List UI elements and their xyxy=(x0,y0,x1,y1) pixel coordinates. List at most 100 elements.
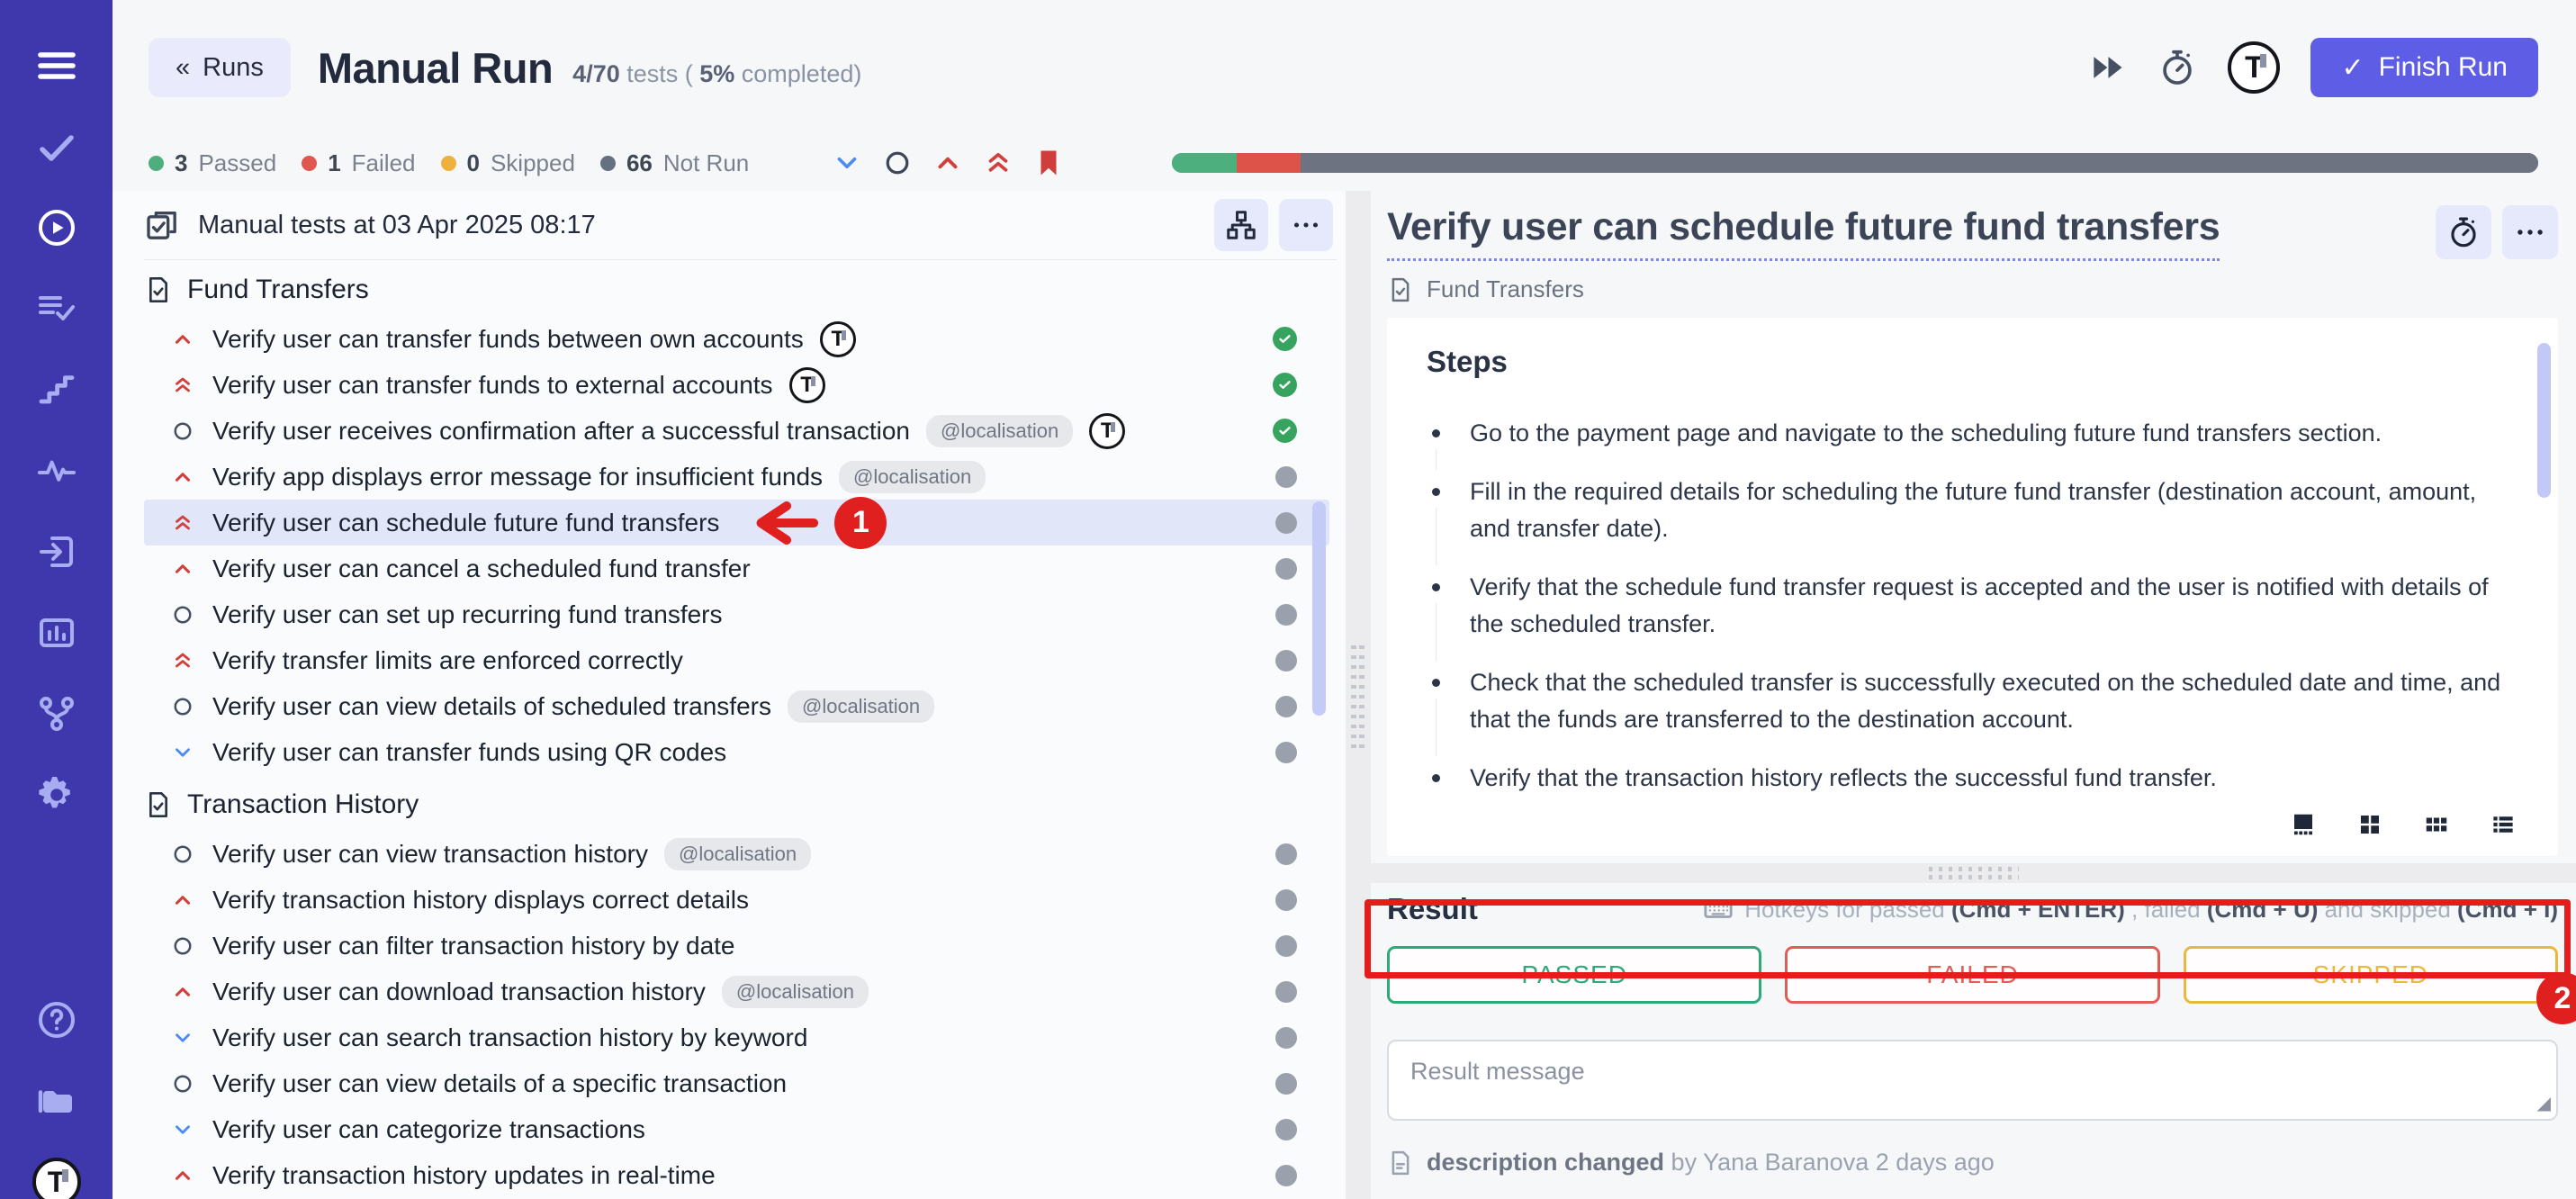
test-row[interactable]: Verify user can view details of a specif… xyxy=(144,1060,1329,1106)
more-options-button[interactable] xyxy=(1279,199,1333,251)
branch-icon[interactable] xyxy=(32,690,81,738)
status-passed-icon xyxy=(1273,327,1297,351)
report-chart-icon[interactable] xyxy=(32,609,81,657)
test-row[interactable]: Verify transfer limits are enforced corr… xyxy=(144,637,1329,683)
pane-resize-handle[interactable] xyxy=(1351,645,1365,753)
priority-highest-icon xyxy=(169,649,196,672)
gear-icon[interactable] xyxy=(32,771,81,819)
chevrons-up-icon[interactable] xyxy=(983,148,1013,178)
result-buttons: PASSED FAILED SKIPPED xyxy=(1387,946,2558,1004)
run-header: « Runs Manual Run 4/70 tests ( 5% comple… xyxy=(113,0,2576,135)
progress-segment-0 xyxy=(1172,153,1236,173)
bookmark-icon[interactable] xyxy=(1033,148,1064,178)
app-window: T « Runs Manual Run 4/70 tests ( 5% comp… xyxy=(0,0,2576,1199)
test-row[interactable]: Verify user can set up recurring fund tr… xyxy=(144,591,1329,637)
not-run-dot xyxy=(1275,1073,1297,1095)
test-row[interactable]: Verify user can download transaction his… xyxy=(144,969,1329,1014)
status-passed-icon xyxy=(1273,373,1297,397)
t-logo-icon: T xyxy=(789,367,825,403)
test-row[interactable]: Verify user can transfer funds using QR … xyxy=(144,729,1329,775)
circle-icon[interactable] xyxy=(882,148,913,178)
pane-splitter[interactable] xyxy=(1346,191,1371,1199)
menu-icon[interactable] xyxy=(32,41,81,90)
check-icon[interactable] xyxy=(32,122,81,171)
priority-normal-icon xyxy=(169,1072,196,1095)
activity-icon[interactable] xyxy=(32,446,81,495)
suite-header[interactable]: Fund Transfers xyxy=(144,264,1346,316)
status-not-run-icon xyxy=(1275,512,1297,534)
layout-single-icon[interactable] xyxy=(2290,811,2317,838)
test-row[interactable]: Verify transaction history updates in re… xyxy=(144,1152,1329,1198)
result-failed-button[interactable]: FAILED xyxy=(1785,946,2159,1004)
t-logo-button[interactable]: T xyxy=(2228,41,2280,94)
result-passed-button[interactable]: PASSED xyxy=(1387,946,1761,1004)
run-summary-bar: 3Passed1Failed0Skipped66Not Run xyxy=(113,135,2576,191)
status-not-run-icon xyxy=(1275,466,1297,488)
test-row[interactable]: Verify user can view details of schedule… xyxy=(144,683,1329,729)
play-circle-icon[interactable] xyxy=(32,203,81,252)
steps-scrollbar[interactable] xyxy=(2537,343,2551,498)
result-splitter[interactable] xyxy=(1371,863,2576,883)
test-row[interactable]: Verify user can search transaction histo… xyxy=(144,1014,1329,1060)
back-to-runs-button[interactable]: « Runs xyxy=(149,38,291,97)
finish-run-button[interactable]: ✓ Finish Run xyxy=(2310,38,2538,97)
t-logo-mark xyxy=(2260,54,2266,68)
test-row[interactable]: Verify user can categorize transactions xyxy=(144,1106,1329,1152)
timer-button[interactable] xyxy=(2436,205,2491,259)
priority-high-icon xyxy=(169,465,196,489)
steps-layout-switcher xyxy=(2290,811,2517,838)
stairs-icon[interactable] xyxy=(32,365,81,414)
test-row[interactable]: Verify app displays error message for in… xyxy=(144,454,1329,500)
sign-in-icon[interactable] xyxy=(32,527,81,576)
priority-high-icon xyxy=(169,557,196,581)
back-label: Runs xyxy=(203,53,264,83)
steps-heading: Steps xyxy=(1427,345,2517,379)
priority-low-icon xyxy=(169,1026,196,1050)
test-row-title: Verify user receives confirmation after … xyxy=(212,417,910,446)
document-edit-icon xyxy=(1387,1149,1414,1176)
result-heading: Result xyxy=(1387,892,1478,926)
test-row-title: Verify user can view transaction history xyxy=(212,840,648,869)
chevron-down-icon[interactable] xyxy=(832,148,862,178)
test-row[interactable]: Verify user receives confirmation after … xyxy=(144,408,1329,454)
test-row[interactable]: Verify user can filter transaction histo… xyxy=(144,923,1329,969)
help-icon[interactable] xyxy=(32,996,81,1044)
run-panel-header: Manual tests at 03 Apr 2025 08:17 xyxy=(144,191,1346,259)
test-row[interactable]: Verify user can transfer funds to extern… xyxy=(144,362,1329,408)
run-progress-summary: 4/70 tests ( 5% completed) xyxy=(572,60,861,88)
test-row-title: Verify user can filter transaction histo… xyxy=(212,932,735,960)
layout-grid2-icon[interactable] xyxy=(2356,811,2383,838)
result-skipped-button[interactable]: SKIPPED xyxy=(2184,946,2558,1004)
not-run-dot xyxy=(1275,696,1297,717)
result-message-input[interactable] xyxy=(1387,1040,2558,1121)
test-list-scrollbar[interactable] xyxy=(1312,501,1326,716)
not-run-dot xyxy=(1275,843,1297,865)
test-list-pane: Manual tests at 03 Apr 2025 08:17 Fund T… xyxy=(113,191,1346,1199)
hotkeys-text: Hotkeys for passed (Cmd + ENTER) , faile… xyxy=(1744,896,2558,924)
result-resize-handle[interactable] xyxy=(1929,867,2019,879)
checklist-icon[interactable] xyxy=(32,284,81,333)
test-title[interactable]: Verify user can schedule future fund tra… xyxy=(1387,205,2220,261)
document-check-icon xyxy=(1387,276,1414,303)
activity-meta: by Yana Baranova 2 days ago xyxy=(1664,1149,1995,1176)
layout-grid3-icon[interactable] xyxy=(2423,811,2450,838)
fast-forward-icon[interactable] xyxy=(2087,48,2127,87)
legend-skipped: 0Skipped xyxy=(441,149,575,177)
test-row[interactable]: Verify user can view transaction history… xyxy=(144,831,1329,877)
layout-list-icon[interactable] xyxy=(2490,811,2517,838)
chevron-up-icon[interactable] xyxy=(932,148,963,178)
stopwatch-icon[interactable] xyxy=(2157,48,2197,87)
priority-highest-icon xyxy=(169,511,196,535)
more-options-button[interactable] xyxy=(2502,205,2558,259)
suite-header[interactable]: Transaction History xyxy=(144,779,1346,831)
suite-breadcrumb[interactable]: Fund Transfers xyxy=(1387,275,2558,303)
test-row-title: Verify user can set up recurring fund tr… xyxy=(212,600,723,629)
folder-icon[interactable] xyxy=(32,1077,81,1125)
app-sidebar: T xyxy=(0,0,113,1199)
test-row[interactable]: Verify transaction history displays corr… xyxy=(144,877,1329,923)
test-row[interactable]: Verify user can transfer funds between o… xyxy=(144,316,1329,362)
test-row[interactable]: Verify user can schedule future fund tra… xyxy=(144,500,1329,545)
tree-view-button[interactable] xyxy=(1214,199,1268,251)
test-row[interactable]: Verify user can cancel a scheduled fund … xyxy=(144,545,1329,591)
annotation-badge-2-number: 2 xyxy=(2536,972,2576,1024)
